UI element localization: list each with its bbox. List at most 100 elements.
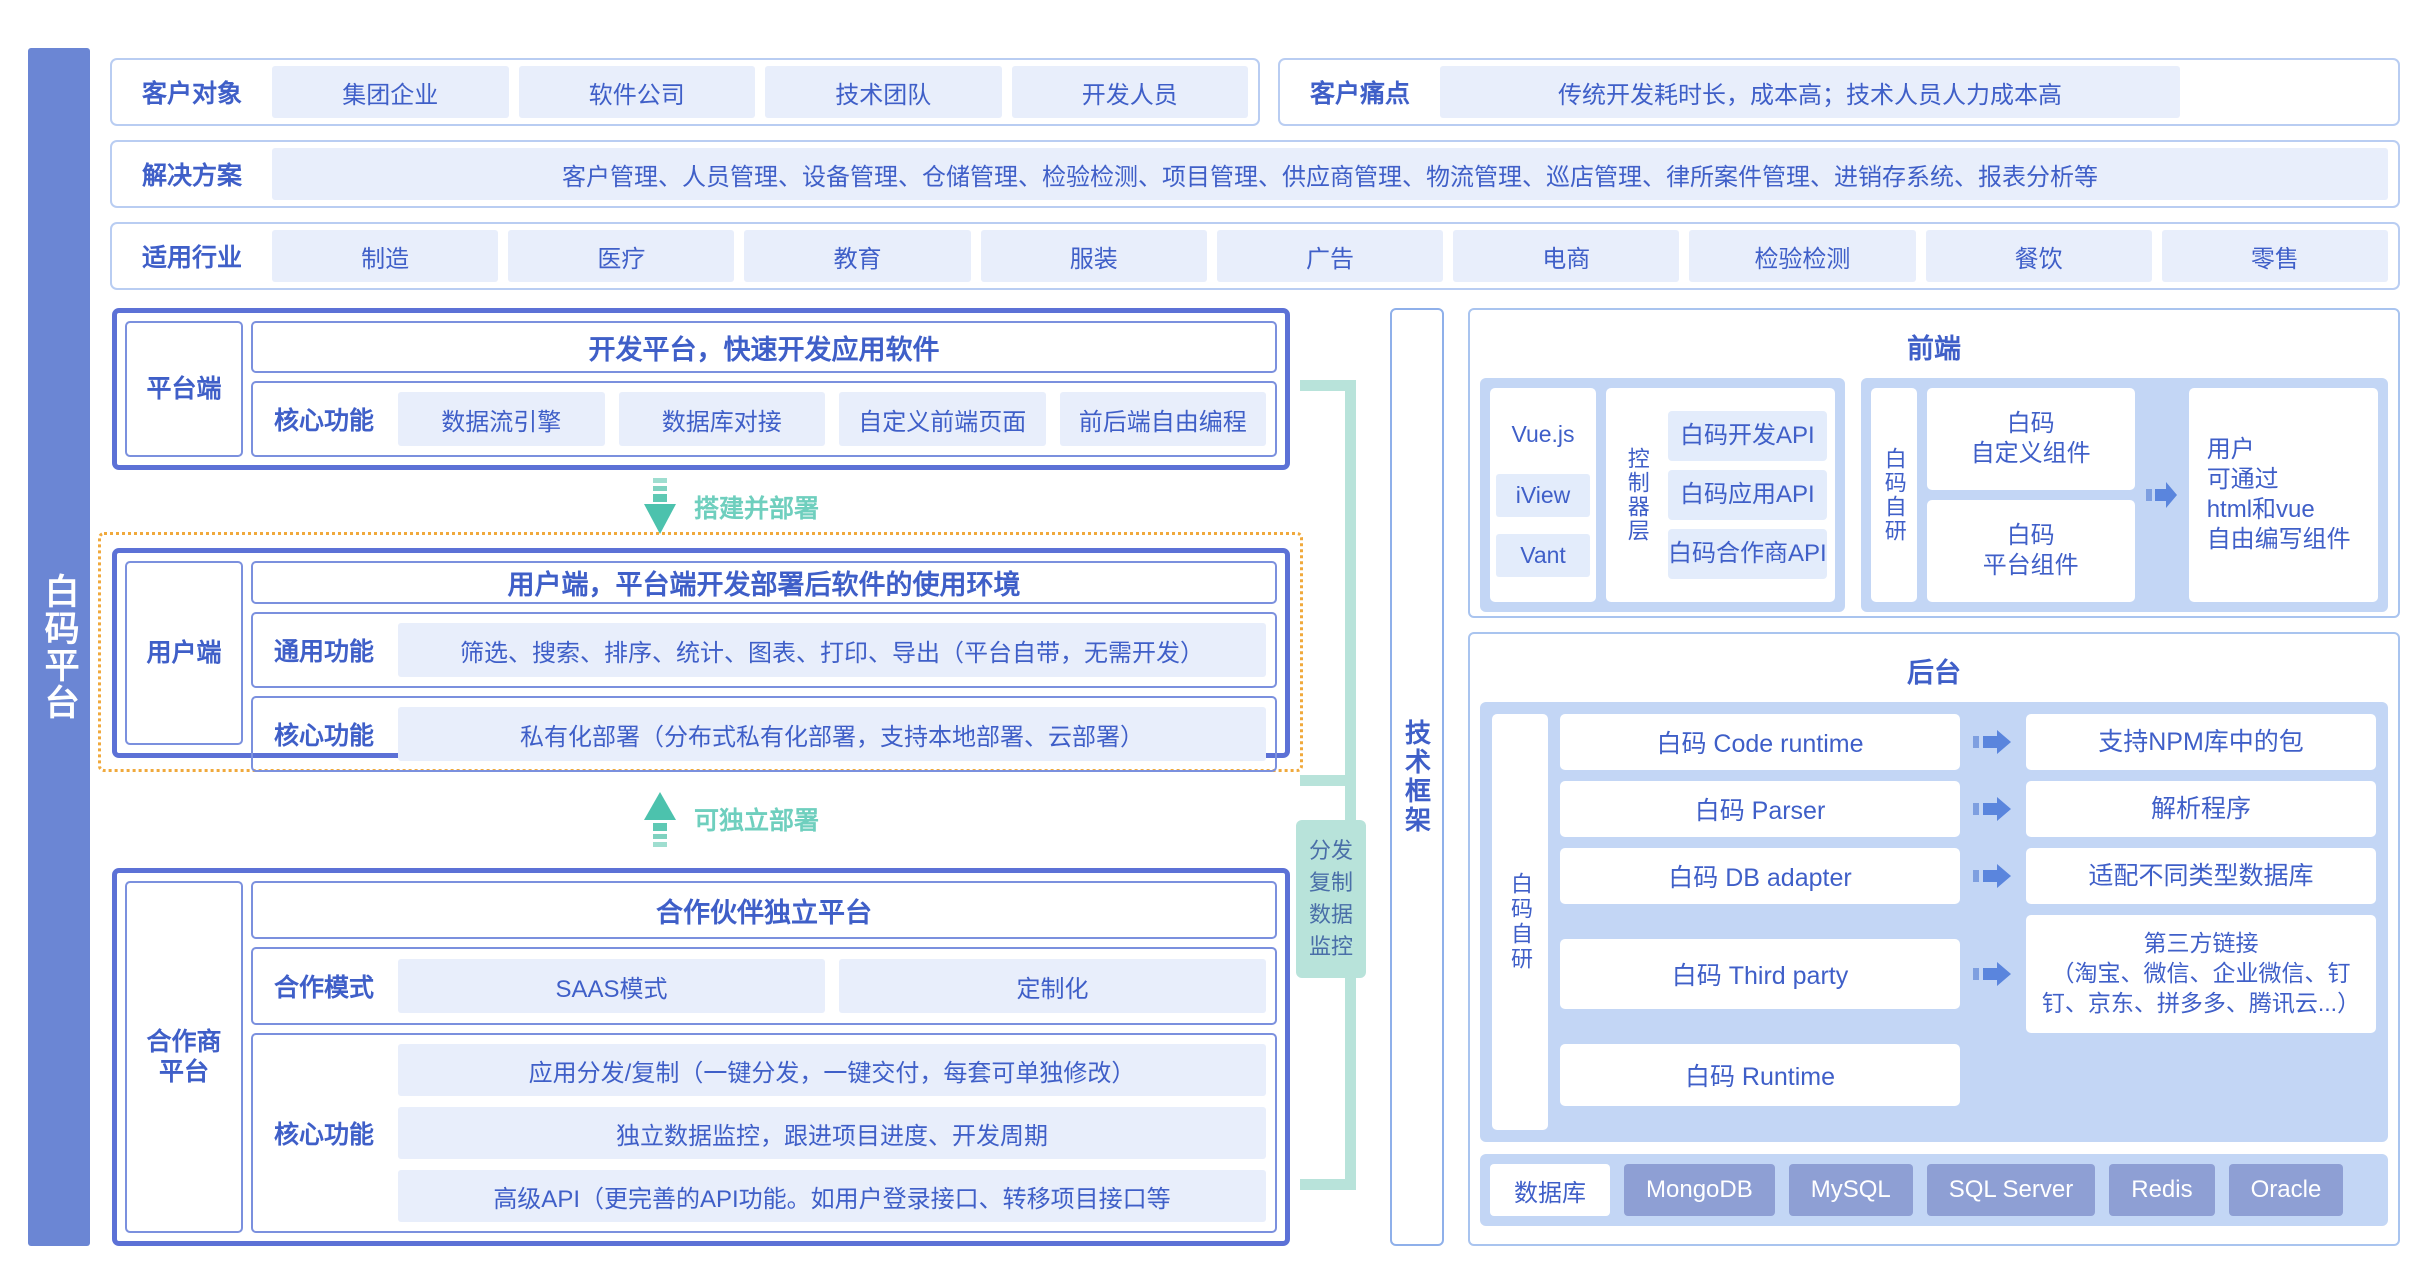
lib-iview[interactable]: iView — [1496, 473, 1590, 517]
partner-mode-chip[interactable]: 定制化 — [839, 959, 1266, 1013]
platform-feature-chip[interactable]: 自定义前端页面 — [839, 392, 1046, 446]
frontend-selfdev-label: 白码自研 — [1881, 447, 1907, 543]
customer-chip[interactable]: 集团企业 — [272, 66, 509, 118]
component-custom[interactable]: 白码 自定义组件 — [1926, 388, 2135, 490]
backend-module[interactable]: 白码 Third party — [1560, 939, 1960, 1009]
db-sqlserver[interactable]: SQL Server — [1926, 1164, 2096, 1216]
user-core-value[interactable]: 私有化部署（分布式私有化部署，支持本地部署、云部署） — [398, 707, 1266, 761]
user-general-label: 通用功能 — [273, 638, 374, 666]
controller-layer-label-wrap: 控制器层 — [1614, 447, 1660, 543]
customer-chip[interactable]: 开发人员 — [1011, 66, 1249, 118]
partner-panel: 合作商 平台 合作伙伴独立平台 合作模式 SAAS模式 定制化 核心功能 应用分… — [112, 868, 1290, 1246]
distribution-bracket — [1300, 380, 1366, 1190]
independent-deploy-label: 可独立部署 — [694, 807, 820, 835]
painpoints-label: 客户痛点 — [1310, 80, 1411, 108]
solutions-label: 解决方案 — [142, 162, 243, 190]
partner-core-label: 核心功能 — [273, 1121, 374, 1149]
customers-label: 客户对象 — [142, 80, 243, 108]
backend-module[interactable]: 白码 DB adapter — [1560, 848, 1960, 904]
backend-module[interactable]: 白码 Code runtime — [1560, 714, 1960, 770]
industry-chip[interactable]: 服装 — [980, 230, 1207, 282]
db-mongodb[interactable]: MongoDB — [1624, 1164, 1775, 1216]
selfdev-label-wrap: 白码自研 — [1870, 388, 1917, 602]
api-dev[interactable]: 白码开发API — [1668, 411, 1827, 461]
backend-capability[interactable]: 适配不同类型数据库 — [2026, 848, 2376, 904]
db-oracle[interactable]: Oracle — [2228, 1164, 2344, 1216]
header-row-solutions: 解决方案 客户管理、人员管理、设备管理、仓储管理、检验检测、项目管理、供应商管理… — [110, 140, 2400, 208]
brand-vertical-bar: 白码平台 — [28, 48, 90, 1246]
brand-title: 白码平台 — [39, 573, 79, 721]
backend-selfdev-label: 白码自研 — [1508, 872, 1533, 972]
partner-core-chip[interactable]: 应用分发/复制（一键分发，一键交付，每套可单独修改） — [398, 1044, 1266, 1096]
frontend-lib-column: Vue.js iView Vant — [1490, 388, 1596, 602]
platform-feature-chip[interactable]: 数据库对接 — [618, 392, 825, 446]
database-bar: 数据库 MongoDB MySQL SQL Server Redis Oracl… — [1480, 1154, 2388, 1226]
platform-side-label: 平台端 — [125, 321, 243, 457]
frontend-title: 前端 — [1907, 334, 1961, 364]
controller-layer-label: 控制器层 — [1624, 447, 1650, 543]
industry-chip[interactable]: 医疗 — [508, 230, 735, 282]
component-platform[interactable]: 白码 平台组件 — [1926, 500, 2135, 602]
backend-capability[interactable]: 支持NPM库中的包 — [2026, 714, 2376, 770]
backend-capability[interactable]: 解析程序 — [2026, 781, 2376, 837]
industry-chip[interactable]: 教育 — [744, 230, 971, 282]
user-general-value[interactable]: 筛选、搜索、排序、统计、图表、打印、导出（平台自带，无需开发） — [398, 623, 1266, 677]
lib-vuejs[interactable]: Vue.js — [1496, 413, 1590, 456]
painpoint-chip[interactable]: 传统开发耗时长，成本高；技术人员人力成本高 — [1440, 66, 2181, 118]
industry-chip[interactable]: 广告 — [1216, 230, 1444, 282]
tech-framework-box: 技术框架 — [1390, 308, 1444, 1246]
header-row-painpoints: 客户痛点 传统开发耗时长，成本高；技术人员人力成本高 — [1278, 58, 2400, 126]
partner-mode-label: 合作模式 — [273, 974, 374, 1002]
lib-vant[interactable]: Vant — [1496, 533, 1590, 577]
industry-chip[interactable]: 电商 — [1453, 230, 1680, 282]
backend-core-wrap: 白码自研 白码 Code runtime 支持NPM库中的包 白码 Parser — [1480, 702, 2388, 1142]
backend-capability[interactable]: 第三方链接 （淘宝、微信、企业微信、钉钉、京东、拼多多、腾讯云...） — [2026, 915, 2376, 1033]
backend-capability-empty — [2026, 1047, 2376, 1103]
frontend-components-group: 白码自研 白码 自定义组件 白码 平台组件 用户 可通过 html和vue 自由… — [1860, 378, 2388, 612]
customer-chip[interactable]: 软件公司 — [518, 66, 756, 118]
solutions-chip[interactable]: 客户管理、人员管理、设备管理、仓储管理、检验检测、项目管理、供应商管理、物流管理… — [272, 148, 2388, 200]
arrow-right-icon — [1973, 730, 2011, 754]
backend-section: 后台 白码自研 白码 Code runtime 支持NPM库中的包 白码 Par… — [1468, 632, 2400, 1246]
user-core-label: 核心功能 — [273, 722, 374, 750]
partner-mode-chip[interactable]: SAAS模式 — [398, 959, 825, 1013]
user-panel: 用户端 用户端，平台端开发部署后软件的使用环境 通用功能 筛选、搜索、排序、统计… — [112, 548, 1290, 772]
backend-row: 白码 Runtime — [1560, 1044, 2376, 1106]
industry-chip[interactable]: 检验检测 — [1689, 230, 1916, 282]
partner-core-chip[interactable]: 高级API（更完善的API功能。如用户登录接口、转移项目接口等 — [398, 1170, 1266, 1222]
backend-flow-arrow — [1970, 729, 2016, 755]
backend-row: 白码 Third party 第三方链接 （淘宝、微信、企业微信、钉钉、京东、拼… — [1560, 915, 2376, 1033]
backend-selfdev-label-wrap: 白码自研 — [1492, 714, 1548, 1130]
platform-panel: 平台端 开发平台，快速开发应用软件 核心功能 数据流引擎 数据库对接 自定义前端… — [112, 308, 1290, 470]
industry-chip[interactable]: 制造 — [272, 230, 499, 282]
backend-module[interactable]: 白码 Parser — [1560, 781, 1960, 837]
db-mysql[interactable]: MySQL — [1788, 1164, 1913, 1216]
backend-row: 白码 Code runtime 支持NPM库中的包 — [1560, 714, 2376, 770]
arrow-right-icon — [1973, 962, 2011, 986]
header-row-customers: 客户对象 集团企业 软件公司 技术团队 开发人员 — [110, 58, 1260, 126]
arrow-right-icon — [1973, 864, 2011, 888]
backend-module[interactable]: 白码 Runtime — [1560, 1044, 1960, 1106]
industry-chip[interactable]: 餐饮 — [1925, 230, 2152, 282]
platform-feature-chip[interactable]: 数据流引擎 — [398, 392, 605, 446]
independent-deploy-arrow-block: 可独立部署 — [640, 790, 819, 848]
api-partner[interactable]: 白码合作商API — [1668, 529, 1827, 579]
customer-chip[interactable]: 技术团队 — [765, 66, 1002, 118]
user-side-label: 用户端 — [125, 561, 243, 745]
platform-feature-chip[interactable]: 前后端自由编程 — [1059, 392, 1266, 446]
industry-chip[interactable]: 零售 — [2161, 230, 2388, 282]
backend-row: 白码 DB adapter 适配不同类型数据库 — [1560, 848, 2376, 904]
build-deploy-arrow-block: 搭建并部署 — [640, 478, 819, 536]
build-deploy-label: 搭建并部署 — [694, 495, 820, 523]
database-label: 数据库 — [1490, 1164, 1610, 1216]
api-app[interactable]: 白码应用API — [1668, 470, 1827, 520]
arrow-right-icon — [2145, 482, 2177, 508]
platform-core-label: 核心功能 — [273, 407, 374, 435]
db-redis[interactable]: Redis — [2109, 1164, 2215, 1216]
partner-core-chip[interactable]: 独立数据监控，跟进项目进度、开发周期 — [398, 1107, 1266, 1159]
backend-flow-arrow — [1970, 863, 2016, 889]
arrow-down-icon — [644, 478, 676, 534]
distribution-label: 分发 复制 数据 监控 — [1296, 820, 1366, 978]
backend-row: 白码 Parser 解析程序 — [1560, 781, 2376, 837]
backend-flow-arrow — [1970, 961, 2016, 987]
